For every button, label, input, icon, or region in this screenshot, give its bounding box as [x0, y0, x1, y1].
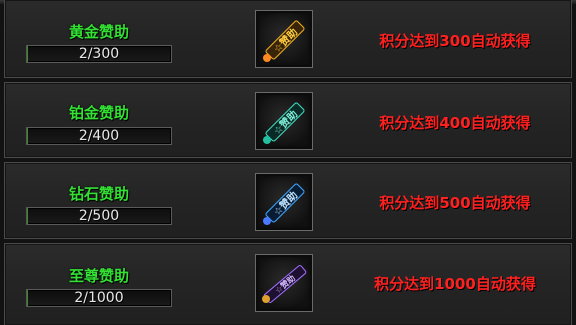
- diamond-title-badge-icon[interactable]: ☆赞助: [255, 173, 313, 231]
- tier-progress-bar: 2/400: [26, 127, 172, 145]
- gold-title-badge-icon[interactable]: ☆赞助: [255, 10, 313, 68]
- supreme-title-badge-icon[interactable]: ☆赞助: [255, 254, 313, 312]
- sponsor-tier-row-diamond: 钻石赞助 2/500 ☆赞助 积分达到500自动获得: [4, 162, 572, 239]
- tier-progress-bar: 2/1000: [26, 289, 172, 307]
- unlock-condition: 积分达到500自动获得: [379, 194, 531, 212]
- unlock-condition: 积分达到1000自动获得: [374, 275, 536, 293]
- sponsor-tier-row-supreme: 至尊赞助 2/1000 ☆赞助 积分达到1000自动获得: [4, 243, 572, 325]
- tier-progress-bar: 2/300: [26, 45, 172, 63]
- tier-name: 铂金赞助: [68, 104, 129, 122]
- progress-text: 2/400: [78, 128, 120, 144]
- unlock-condition: 积分达到400自动获得: [379, 114, 531, 132]
- sponsor-tier-row-platinum: 铂金赞助 2/400 ☆赞助 积分达到400自动获得: [4, 82, 572, 158]
- sponsor-tier-list: 黄金赞助 2/300 ☆赞助 积分达到300自动获得 铂金赞助 2/400 ☆赞…: [0, 0, 576, 325]
- tier-name: 钻石赞助: [68, 185, 129, 203]
- unlock-condition: 积分达到300自动获得: [379, 32, 531, 50]
- tier-name: 至尊赞助: [68, 267, 129, 285]
- tier-progress-bar: 2/500: [26, 207, 172, 225]
- tier-name: 黄金赞助: [68, 23, 129, 41]
- sponsor-tier-row-gold: 黄金赞助 2/300 ☆赞助 积分达到300自动获得: [4, 0, 572, 78]
- progress-text: 2/500: [78, 208, 120, 224]
- progress-text: 2/1000: [74, 290, 124, 306]
- platinum-title-badge-icon[interactable]: ☆赞助: [255, 92, 313, 150]
- progress-text: 2/300: [78, 46, 120, 62]
